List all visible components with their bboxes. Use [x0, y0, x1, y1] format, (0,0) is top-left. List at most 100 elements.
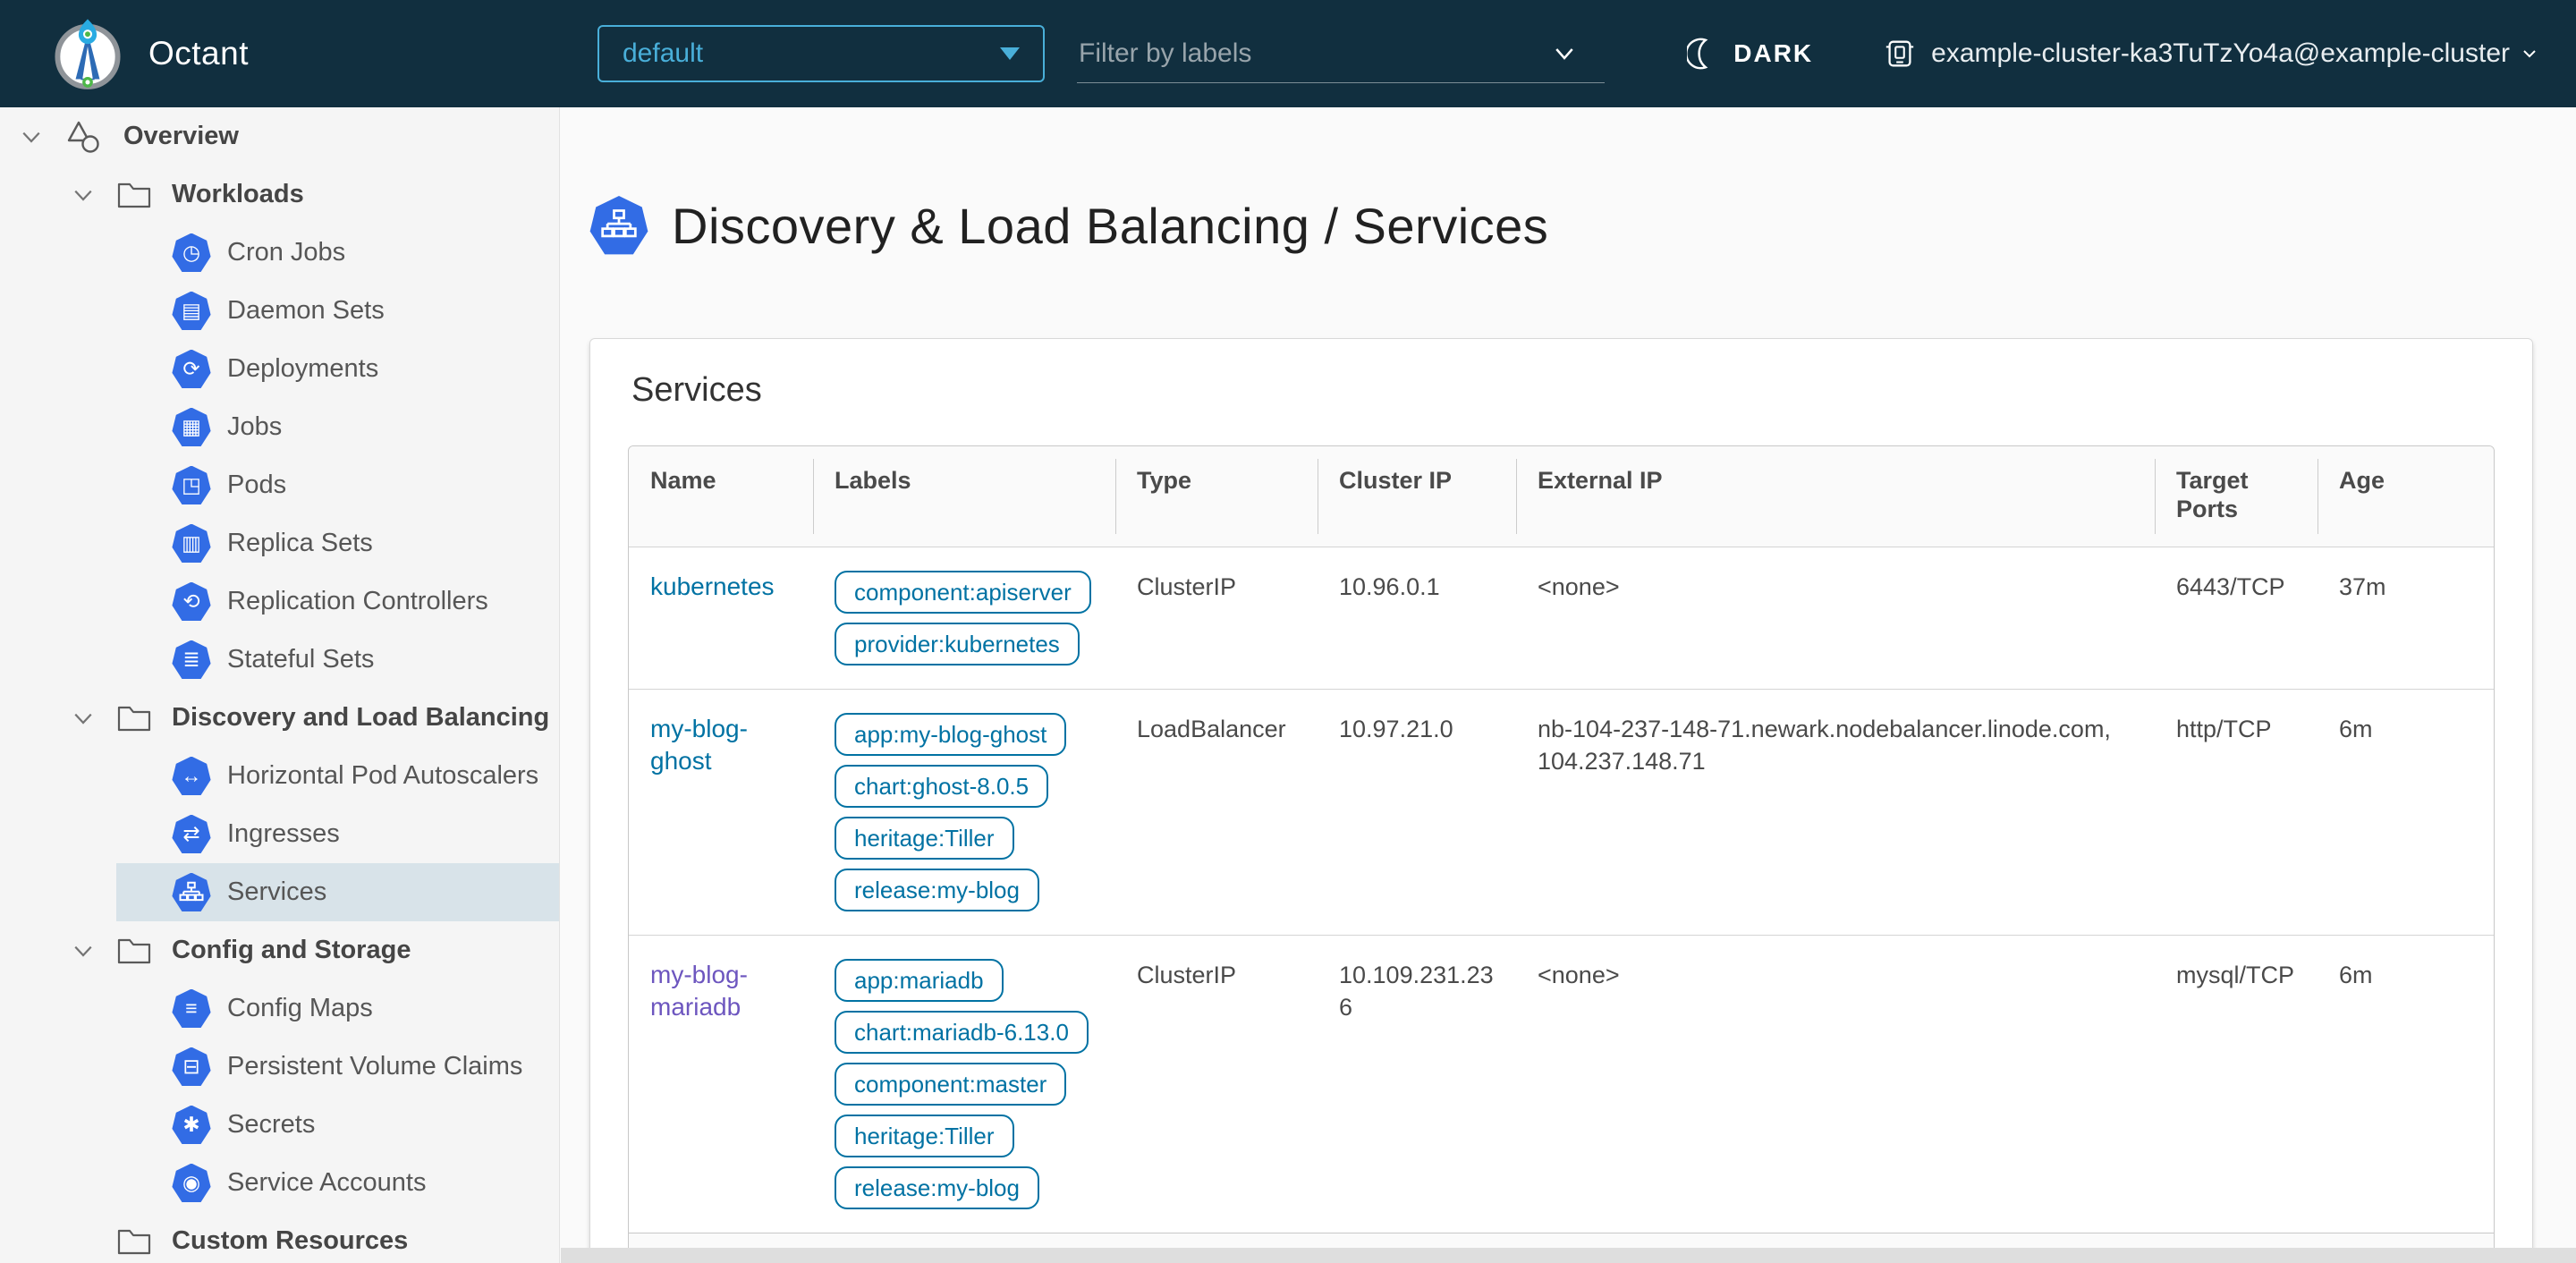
label-pill[interactable]: chart:ghost-8.0.5 [835, 765, 1049, 809]
sidebar-item-stateful-sets[interactable]: ≣ Stateful Sets [0, 631, 559, 689]
cell-cluster-ip: 10.109.231.236 [1318, 935, 1516, 1233]
label-pill[interactable]: app:my-blog-ghost [835, 713, 1067, 757]
sidebar-item-daemon-sets[interactable]: ▤ Daemon Sets [0, 282, 559, 340]
sidebar-item-label: Workloads [172, 180, 304, 208]
sidebar-item-replication-controllers[interactable]: ⟲ Replication Controllers [0, 572, 559, 631]
label-pill[interactable]: provider:kubernetes [835, 623, 1080, 666]
column-header-name: Name [629, 446, 813, 547]
sidebar-item-label: Jobs [227, 412, 283, 441]
app-title: Octant [148, 35, 249, 72]
cluster-context-menu[interactable]: example-cluster-ka3TuTzYo4a@example-clus… [1883, 37, 2540, 71]
column-header-type: Type [1115, 446, 1318, 547]
caret-down-icon [1000, 47, 1020, 60]
cluster-icon [1885, 40, 1914, 67]
pvc-icon: ⊟ [172, 1047, 211, 1087]
sidebar-item-label: Cron Jobs [227, 238, 346, 267]
sidebar-item-replica-sets[interactable]: ▥ Replica Sets [0, 514, 559, 572]
objects-icon [64, 119, 104, 155]
service-link[interactable]: my-blog-mariadb [650, 961, 748, 1021]
pod-icon: ◳ [172, 465, 211, 505]
sidebar-item-label: Overview [123, 122, 239, 150]
label-filter[interactable] [1077, 24, 1605, 83]
service-link[interactable]: kubernetes [650, 572, 775, 600]
cell-name: my-blog-ghost [629, 689, 813, 935]
label-pill[interactable]: component:apiserver [835, 571, 1091, 615]
label-pill[interactable]: chart:mariadb-6.13.0 [835, 1011, 1089, 1055]
column-header-cluster-ip: Cluster IP [1318, 446, 1516, 547]
cell-external-ip: <none> [1516, 935, 2155, 1233]
sidebar-item-label: Service Accounts [227, 1168, 427, 1197]
label-pill[interactable]: app:mariadb [835, 959, 1004, 1003]
sidebar-item-pods[interactable]: ◳ Pods [0, 456, 559, 514]
sidebar-item-overview[interactable]: Overview [0, 107, 559, 165]
label-pill[interactable]: heritage:Tiller [835, 817, 1014, 860]
horizontal-scrollbar[interactable] [561, 1248, 2576, 1263]
ingress-icon: ⇄ [172, 814, 211, 854]
sidebar-item-label: Custom Resources [172, 1226, 409, 1255]
sidebar-item-custom-resources[interactable]: Custom Resources [0, 1212, 559, 1263]
sidebar-item-secrets[interactable]: ✱ Secrets [0, 1096, 559, 1154]
cell-type: LoadBalancer [1115, 689, 1318, 935]
folder-icon [116, 936, 152, 966]
sidebar-item-horizontal-pod-autoscalers[interactable]: ↔ Horizontal Pod Autoscalers [0, 747, 559, 805]
page-title-row: Discovery & Load Balancing / Services [589, 163, 2576, 288]
sidebar-item-discovery-and-load-balancing[interactable]: Discovery and Load Balancing [0, 689, 559, 747]
sidebar-item-label: Config Maps [227, 994, 373, 1022]
table-row: kubernetes component:apiserver provider:ku… [629, 547, 2494, 689]
cell-name: kubernetes [629, 547, 813, 689]
serviceaccount-icon: ◉ [172, 1163, 211, 1203]
sidebar-item-label: Stateful Sets [227, 645, 375, 674]
sidebar-item-services[interactable]: Services [0, 863, 559, 921]
cell-target-ports: mysql/TCP [2155, 935, 2318, 1233]
sidebar-item-cron-jobs[interactable]: ◷ Cron Jobs [0, 224, 559, 282]
app-header: Octant default DARK example-cluster-ka3T… [0, 0, 2576, 107]
column-header-target-ports: Target Ports [2155, 446, 2318, 547]
configmap-icon: ≡ [172, 988, 211, 1029]
sidebar-item-workloads[interactable]: Workloads [0, 165, 559, 224]
sidebar-item-jobs[interactable]: ▦ Jobs [0, 398, 559, 456]
label-pill[interactable]: component:master [835, 1063, 1067, 1106]
label-pill[interactable]: heritage:Tiller [835, 1115, 1014, 1158]
cell-labels: app:my-blog-ghost chart:ghost-8.0.5 herita… [813, 689, 1115, 935]
chevron-down-icon[interactable] [70, 937, 97, 964]
cell-name: my-blog-mariadb [629, 935, 813, 1233]
service-link[interactable]: my-blog-ghost [650, 715, 748, 775]
cell-labels: component:apiserver provider:kubernetes [813, 547, 1115, 689]
sidebar-item-label: Horizontal Pod Autoscalers [227, 761, 539, 790]
namespace-select[interactable]: default [597, 25, 1045, 82]
cell-age: 37m [2318, 547, 2494, 689]
label-filter-input[interactable] [1077, 37, 1551, 70]
sidebar-item-persistent-volume-claims[interactable]: ⊟ Persistent Volume Claims [0, 1038, 559, 1096]
chevron-down-icon[interactable] [70, 705, 97, 732]
sidebar-item-config-and-storage[interactable]: Config and Storage [0, 921, 559, 979]
sidebar-item-label: Ingresses [227, 819, 340, 848]
sidebar-item-label: Replication Controllers [227, 587, 488, 615]
table-header-row: Name Labels Type Cluster IP External IP Targe… [629, 446, 2494, 547]
sidebar-item-ingresses[interactable]: ⇄ Ingresses [0, 805, 559, 863]
sidebar-item-service-accounts[interactable]: ◉ Service Accounts [0, 1154, 559, 1212]
label-pill[interactable]: release:my-blog [835, 1166, 1039, 1210]
deployment-icon: ⟳ [172, 349, 211, 389]
chevron-down-icon[interactable] [1551, 40, 1578, 67]
folder-icon [116, 180, 152, 210]
label-pill[interactable]: release:my-blog [835, 869, 1039, 912]
replicaset-icon: ▥ [172, 523, 211, 564]
column-header-labels: Labels [813, 446, 1115, 547]
sidebar-item-label: Secrets [227, 1110, 316, 1139]
cell-labels: app:mariadb chart:mariadb-6.13.0 component… [813, 935, 1115, 1233]
sidebar-item-deployments[interactable]: ⟳ Deployments [0, 340, 559, 398]
replicationcontroller-icon: ⟲ [172, 581, 211, 622]
theme-toggle-button[interactable]: DARK [1687, 37, 1813, 71]
daemonset-icon: ▤ [172, 291, 211, 331]
cell-external-ip: nb-104-237-148-71.newark.nodebalancer.li… [1516, 689, 2155, 935]
chevron-down-icon[interactable] [18, 123, 45, 150]
chevron-down-icon[interactable] [70, 182, 97, 208]
cell-type: ClusterIP [1115, 547, 1318, 689]
cell-external-ip: <none> [1516, 547, 2155, 689]
sidebar-item-label: Replica Sets [227, 529, 373, 557]
sidebar-item-config-maps[interactable]: ≡ Config Maps [0, 979, 559, 1038]
services-card: Services Name Labels Type Cluster IP Externa… [589, 338, 2533, 1263]
secret-icon: ✱ [172, 1105, 211, 1145]
cronjob-icon: ◷ [172, 233, 211, 273]
sidebar-item-label: Daemon Sets [227, 296, 385, 325]
